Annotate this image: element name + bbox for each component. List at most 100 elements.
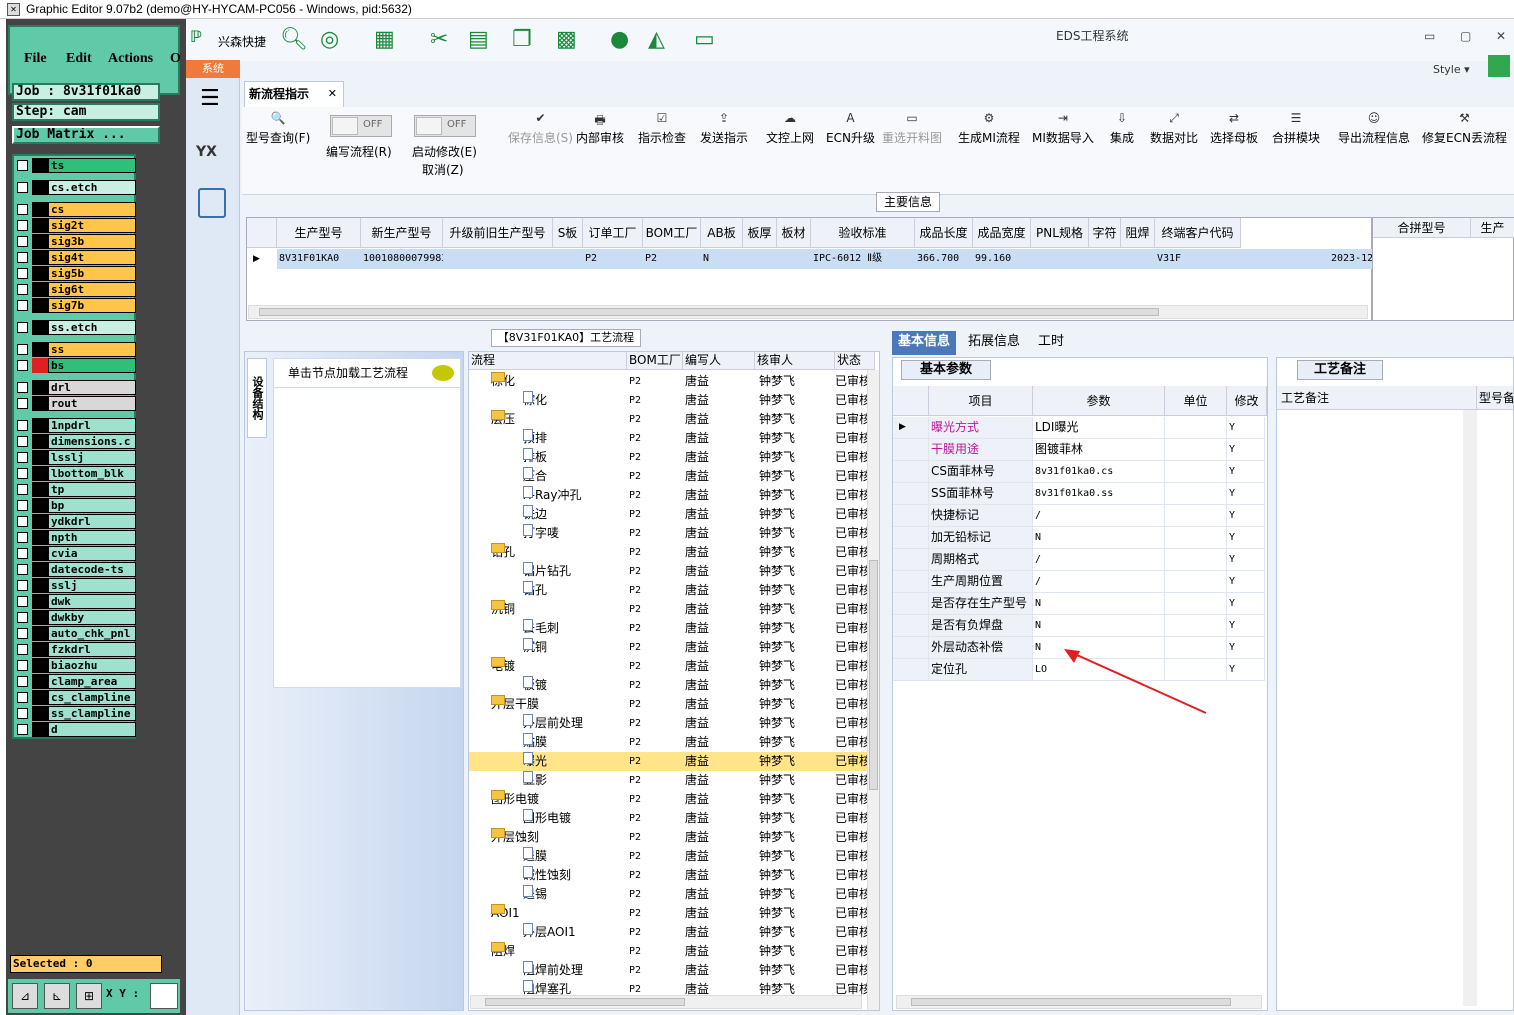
tree-row[interactable]: 钻孔P2 唐益 钟梦飞 已审核 — [469, 581, 867, 600]
grid-cell[interactable] — [443, 249, 553, 269]
param-row[interactable]: 周期格式 / Y — [893, 549, 1265, 571]
layer-checkbox[interactable] — [17, 300, 28, 311]
layer-row[interactable]: rout — [16, 396, 136, 411]
layer-checkbox[interactable] — [17, 382, 28, 393]
layer-row[interactable]: tp — [16, 482, 136, 497]
grid-header[interactable]: BOM工厂 — [643, 218, 701, 248]
grid-header[interactable]: 验收标准 — [811, 218, 915, 248]
layer-checkbox[interactable] — [17, 516, 28, 527]
tree-row[interactable]: −电镀P2 唐益 钟梦飞 已审核 — [469, 657, 867, 676]
menu-edit[interactable]: Edit — [66, 51, 92, 67]
layer-row[interactable]: dimensions.c — [16, 434, 136, 449]
ribbon-button[interactable]: ⚙ 生成MI流程 — [958, 111, 1020, 146]
tree-row[interactable]: 板镀P2 唐益 钟梦飞 已审核 — [469, 676, 867, 695]
param-row[interactable]: SS面菲林号 8v31f01ka0.ss Y — [893, 483, 1265, 505]
tree-header[interactable]: BOM工厂 — [627, 352, 683, 370]
layer-row[interactable]: cvia — [16, 546, 136, 561]
ribbon-button[interactable]: ✔ 保存信息(S) — [508, 111, 573, 146]
maximize-icon[interactable]: ▢ — [1460, 29, 1471, 43]
ribbon-button[interactable]: ⤢ 数据对比 — [1150, 111, 1198, 146]
layer-row[interactable]: sig7b — [16, 298, 136, 313]
tree-node[interactable]: 曝光 — [523, 752, 627, 771]
layer-row[interactable]: fzkdrl — [16, 642, 136, 657]
params-header[interactable]: 修改 — [1227, 386, 1267, 416]
xy-input[interactable] — [150, 983, 178, 1009]
tree-row[interactable]: 排板P2 唐益 钟梦飞 已审核 — [469, 448, 867, 467]
layer-checkbox[interactable] — [17, 628, 28, 639]
ribbon-button[interactable]: ☑ 指示检查 — [638, 111, 686, 146]
layer-row[interactable]: ydkdrl — [16, 514, 136, 529]
grid-header[interactable]: PNL规格 — [1031, 218, 1089, 248]
ribbon-label-start-edit[interactable]: 启动修改(E) — [412, 143, 477, 160]
tree-row[interactable]: 外层AOI1P2 唐益 钟梦飞 已审核 — [469, 923, 867, 942]
grid-header[interactable]: 成品长度 — [915, 218, 973, 248]
tree-node[interactable]: 碱性蚀刻 — [523, 866, 627, 885]
param-row[interactable]: 是否有负焊盘 N Y — [893, 615, 1265, 637]
layer-row[interactable]: sig2t — [16, 218, 136, 233]
tab-basic-params[interactable]: 基本参数 — [901, 360, 991, 380]
ribbon-button[interactable]: 🔍 型号查询(F) — [246, 111, 310, 146]
tree-row[interactable]: −AOI1P2 唐益 钟梦飞 已审核 — [469, 904, 867, 923]
ribbon-label-write-flow[interactable]: 编写流程(R) — [326, 143, 392, 160]
param-unit[interactable] — [1165, 593, 1227, 614]
tab-device-structure[interactable]: 设备结构 — [247, 358, 267, 438]
tree-node[interactable]: −层压 — [491, 410, 627, 429]
tree-row[interactable]: −阻焊P2 唐益 钟梦飞 已审核 — [469, 942, 867, 961]
grid-cell[interactable]: 366.700 — [915, 249, 973, 269]
table-icon[interactable]: ▦ — [374, 27, 395, 52]
tree-row[interactable]: −外层蚀刻P2 唐益 钟梦飞 已审核 — [469, 828, 867, 847]
tree-row[interactable]: 退膜P2 唐益 钟梦飞 已审核 — [469, 847, 867, 866]
layer-checkbox[interactable] — [17, 182, 28, 193]
main-grid-hscroll[interactable] — [248, 305, 1368, 319]
tree-node[interactable]: −棕化 — [491, 372, 627, 391]
info-tab[interactable]: 基本信息 — [892, 331, 957, 355]
tab-system[interactable]: 系统 — [186, 60, 240, 78]
param-row[interactable]: 干膜用途 图镀菲林 Y — [893, 439, 1265, 461]
measure-icon[interactable]: ⊾ — [44, 983, 70, 1009]
layer-row[interactable]: sig6t — [16, 282, 136, 297]
tree-vscroll-thumb[interactable] — [869, 560, 878, 790]
grid-header[interactable]: 板厚 — [743, 218, 777, 248]
param-value[interactable]: LDI曝光 — [1033, 417, 1165, 438]
ribbon-button[interactable]: ☰ 合拼模块 — [1272, 111, 1320, 146]
tree-node[interactable]: −外层干膜 — [491, 695, 627, 714]
tree-node[interactable]: 压合 — [523, 467, 627, 486]
layer-row[interactable]: lsslj — [16, 450, 136, 465]
layer-row[interactable]: cs_clampline — [16, 690, 136, 705]
tree-node[interactable]: −钻孔 — [491, 543, 627, 562]
grid-cell[interactable] — [743, 249, 777, 269]
param-unit[interactable] — [1165, 417, 1227, 438]
ribbon-button[interactable]: 🖶 内部审核 — [576, 111, 624, 146]
scissors-icon[interactable]: ✂ — [430, 27, 448, 52]
tree-row[interactable]: −棕化P2 唐益 钟梦飞 已审核 — [469, 372, 867, 391]
param-value[interactable]: 8v31f01ka0.ss — [1033, 483, 1165, 504]
hamburger-icon[interactable]: ☰ — [200, 86, 220, 111]
tree-row[interactable]: 去毛刺P2 唐益 钟梦飞 已审核 — [469, 619, 867, 638]
tree-row[interactable]: 贴膜P2 唐益 钟梦飞 已审核 — [469, 733, 867, 752]
layer-row[interactable]: bs — [16, 358, 136, 373]
layer-checkbox[interactable] — [17, 322, 28, 333]
tree-node[interactable]: 去毛刺 — [523, 619, 627, 638]
copy-icon[interactable]: ❐ — [512, 27, 532, 52]
layer-row[interactable]: bp — [16, 498, 136, 513]
grid-cell[interactable]: P2 — [643, 249, 701, 269]
grid-cell[interactable]: 8V31F01KA0 — [277, 249, 361, 269]
param-unit[interactable] — [1165, 549, 1227, 570]
tree-node[interactable]: 显影 — [523, 771, 627, 790]
tree-node[interactable]: −AOI1 — [491, 904, 627, 923]
menu-file[interactable]: File — [24, 51, 47, 67]
param-row[interactable]: 是否存在生产型号 N Y — [893, 593, 1265, 615]
tree-row[interactable]: 碱性蚀刻P2 唐益 钟梦飞 已审核 — [469, 866, 867, 885]
layer-row[interactable]: ss.etch — [16, 320, 136, 335]
grid-header[interactable]: AB板 — [701, 218, 743, 248]
info-tab[interactable]: 工时 — [1032, 331, 1070, 355]
tree-row[interactable]: 铣边P2 唐益 钟梦飞 已审核 — [469, 505, 867, 524]
tree-row[interactable]: 压合P2 唐益 钟梦飞 已审核 — [469, 467, 867, 486]
apps-grid-icon[interactable]: ▩ — [556, 27, 577, 52]
params-header[interactable]: 单位 — [1165, 386, 1227, 416]
tree-row[interactable]: 打字唛P2 唐益 钟梦飞 已审核 — [469, 524, 867, 543]
ribbon-button[interactable]: ⇩ 集成 — [1110, 111, 1134, 146]
job-matrix-button[interactable]: Job Matrix ... — [12, 126, 160, 144]
tree-node[interactable]: 排板 — [523, 448, 627, 467]
search-icon[interactable]: 🔍︎ — [280, 27, 308, 52]
